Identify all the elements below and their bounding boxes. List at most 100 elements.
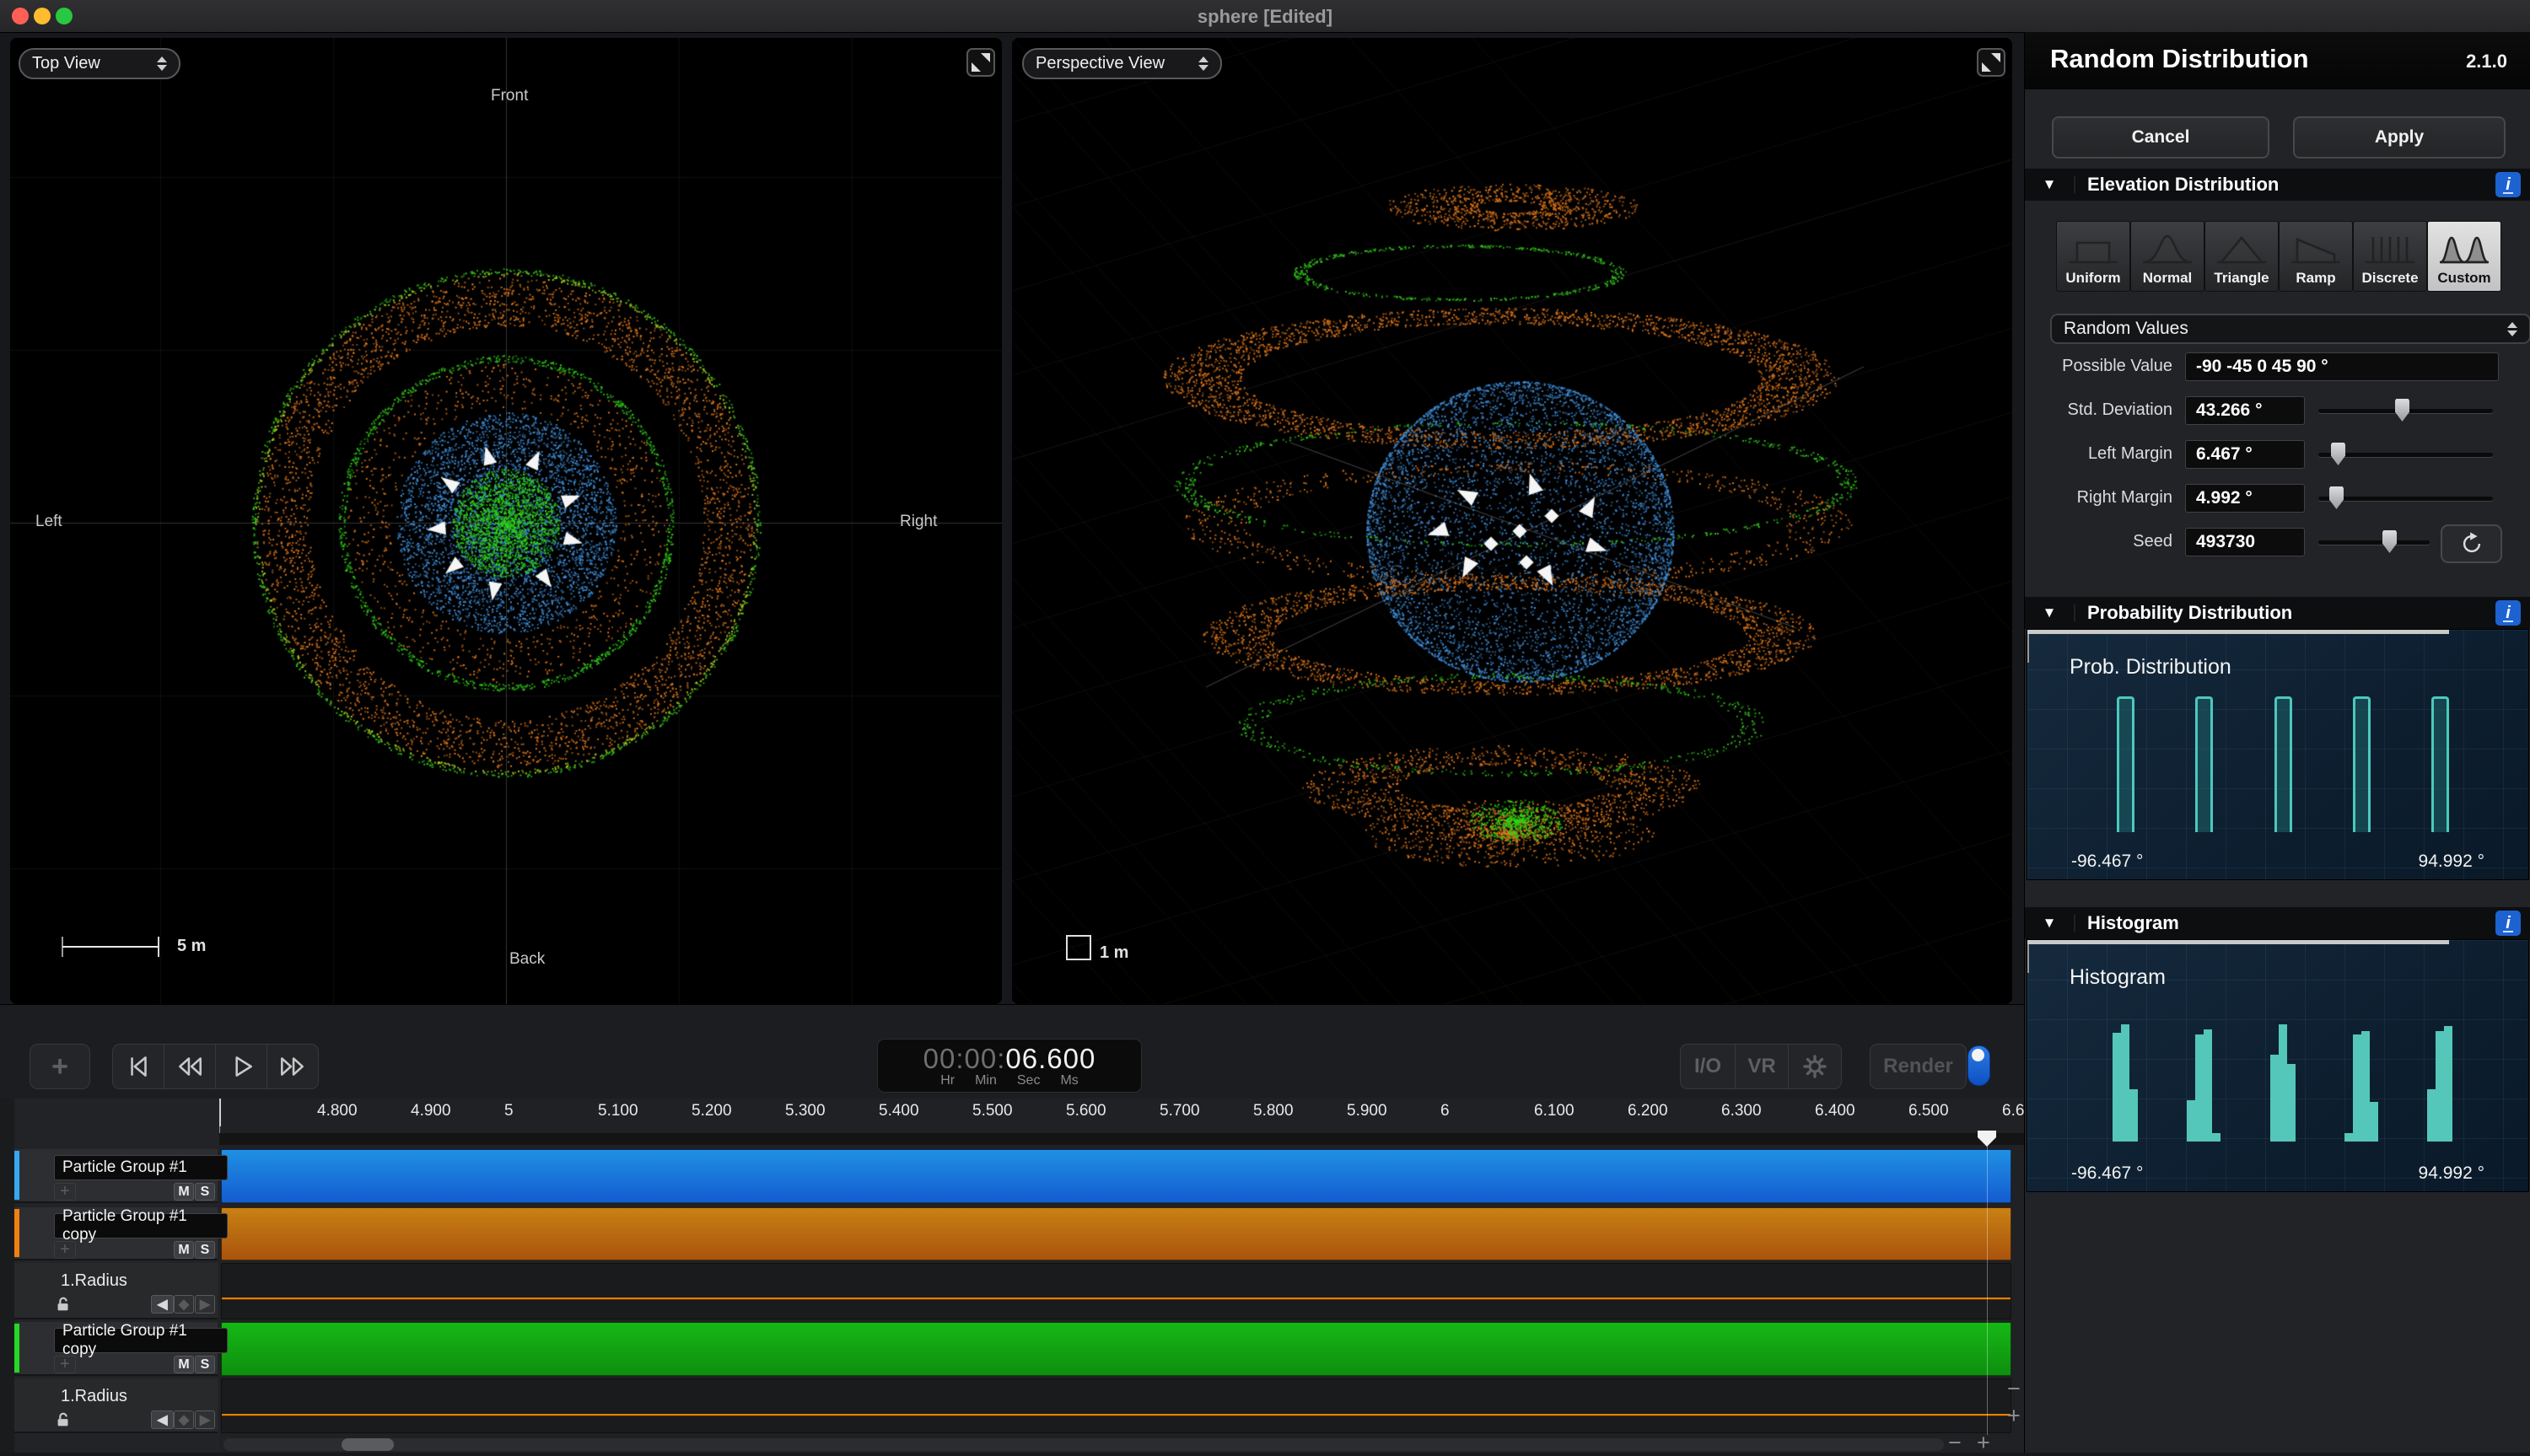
time-display[interactable]: 00:00:06.600 Hr Min Sec Ms	[877, 1039, 1142, 1093]
field-slider[interactable]	[2318, 528, 2430, 556]
collapse-triangle[interactable]: ▼	[2025, 604, 2075, 621]
track-zoom-out-button[interactable]: −	[2007, 1376, 2021, 1402]
field-label: Std. Deviation	[2067, 400, 2172, 419]
distribution-type-normal-button[interactable]: .ln{stroke:#e8e8e8;stroke-width:2.6;fill…	[2130, 221, 2204, 292]
add-keyframe-button[interactable]: ◆	[174, 1295, 194, 1314]
lock-icon[interactable]	[54, 1295, 73, 1314]
cancel-button[interactable]: Cancel	[2052, 116, 2269, 158]
track-add-button[interactable]: +	[54, 1355, 76, 1373]
horizontal-scrollbar-thumb[interactable]	[342, 1438, 394, 1451]
apply-button[interactable]: Apply	[2293, 116, 2506, 158]
expand-viewport-button[interactable]	[966, 48, 995, 77]
solo-button[interactable]: S	[195, 1356, 215, 1373]
chart-baseline	[2027, 940, 2449, 944]
io-button[interactable]: I/O	[1680, 1044, 1736, 1089]
play-button[interactable]	[215, 1044, 267, 1089]
rewind-button[interactable]	[164, 1044, 216, 1089]
viewport-top-view[interactable]: Top View Front Left Right Back 5 m	[10, 38, 1002, 1004]
mute-button[interactable]: M	[174, 1241, 194, 1259]
top-view-canvas[interactable]	[10, 38, 1002, 1004]
perspective-view-canvas[interactable]	[1012, 38, 2012, 1004]
ruler-label: 6.400	[1815, 1102, 1855, 1120]
seed-refresh-button[interactable]	[2441, 524, 2502, 563]
add-button[interactable]: +	[30, 1044, 90, 1089]
horizontal-scrollbar-track[interactable]	[223, 1438, 1944, 1451]
prev-keyframe-button[interactable]: ◀	[151, 1295, 174, 1314]
refresh-icon	[2463, 532, 2480, 553]
vr-button[interactable]: VR	[1735, 1044, 1789, 1089]
field-input-std-deviation[interactable]: 43.266 °	[2185, 396, 2305, 425]
clip-bar[interactable]	[221, 1322, 2011, 1376]
render-button[interactable]: Render	[1870, 1044, 1967, 1089]
render-toggle[interactable]	[1967, 1045, 1990, 1086]
timeline-ruler[interactable]: 4.800 4.900 5 5.100 5.200 5.300 5.400 5.500 5.60…	[219, 1099, 2024, 1145]
distribution-type-ramp-button[interactable]: .ln{stroke:#e8e8e8;stroke-width:2.6;fill…	[2279, 221, 2353, 292]
automation-lane[interactable]	[221, 1378, 2011, 1433]
add-keyframe-button[interactable]: ◆	[174, 1410, 194, 1429]
lock-icon[interactable]	[54, 1410, 73, 1429]
track-color-strip	[14, 1151, 19, 1200]
track-add-button[interactable]: +	[54, 1240, 76, 1259]
collapse-triangle[interactable]: ▼	[2025, 915, 2075, 932]
solo-button[interactable]: S	[195, 1241, 215, 1259]
automation-name: 1.Radius	[61, 1387, 127, 1405]
expand-viewport-button[interactable]	[1977, 48, 2005, 77]
info-button[interactable]: i	[2495, 600, 2521, 626]
field-input-seed[interactable]: 493730	[2185, 528, 2305, 556]
info-button[interactable]: i	[2495, 911, 2521, 936]
settings-button[interactable]	[1788, 1044, 1842, 1089]
ruler-label: 5.500	[972, 1102, 1013, 1120]
track-zoom-in-button[interactable]: +	[2007, 1403, 2021, 1429]
track-add-button[interactable]: +	[54, 1182, 76, 1201]
skip-start-button[interactable]	[112, 1044, 164, 1089]
expand-icon	[981, 53, 990, 62]
field-input-possible-value[interactable]: -90 -45 0 45 90 °	[2185, 352, 2499, 381]
field-input-right-margin[interactable]: 4.992 °	[2185, 484, 2305, 513]
mode-select[interactable]: Random Values	[2050, 314, 2530, 344]
fast-forward-button[interactable]	[266, 1044, 319, 1089]
histogram-chart[interactable]: Histogram -96.467 ° 94.992 °	[2027, 939, 2529, 1192]
collapse-triangle[interactable]: ▼	[2025, 176, 2075, 193]
slider-thumb[interactable]	[2329, 486, 2344, 509]
distribution-type-custom-button[interactable]: .ln{stroke:#222;stroke-width:2.6;fill:no…	[2427, 221, 2501, 292]
track-name-input[interactable]: Particle Group #1 copy	[54, 1207, 228, 1244]
next-keyframe-button[interactable]: ▶	[195, 1410, 215, 1429]
field-slider[interactable]	[2318, 440, 2493, 469]
field-slider[interactable]	[2318, 484, 2493, 513]
track-name-input[interactable]: Particle Group #1	[54, 1155, 228, 1180]
histogram-bar	[2361, 1031, 2370, 1142]
slider-thumb[interactable]	[2382, 530, 2397, 553]
histogram-bar	[2427, 1089, 2436, 1142]
histogram-bar	[2344, 1133, 2353, 1142]
timeline-zoom-out-button[interactable]: −	[1948, 1430, 1962, 1456]
clip-bar[interactable]	[221, 1207, 2011, 1260]
view-selector-perspective[interactable]: Perspective View	[1022, 48, 1222, 79]
solo-button[interactable]: S	[195, 1183, 215, 1201]
mute-button[interactable]: M	[174, 1183, 194, 1201]
field-slider[interactable]	[2318, 396, 2493, 425]
clip-bar[interactable]	[221, 1149, 2011, 1203]
slider-track	[2318, 497, 2493, 501]
transport-bar: + 00:00:06.600 Hr Min Sec Ms I/O VR Rend…	[0, 1004, 2024, 1099]
view-selector-top[interactable]: Top View	[19, 48, 180, 79]
chart-baseline	[2027, 630, 2449, 634]
distribution-type-uniform-button[interactable]: .ln{stroke:#e8e8e8;stroke-width:2.6;fill…	[2056, 221, 2130, 292]
distribution-type-triangle-button[interactable]: .ln{stroke:#e8e8e8;stroke-width:2.6;fill…	[2204, 221, 2279, 292]
prev-keyframe-button[interactable]: ◀	[151, 1410, 174, 1429]
next-keyframe-button[interactable]: ▶	[195, 1295, 215, 1314]
distribution-type-discrete-button[interactable]: .ln{stroke:#e8e8e8;stroke-width:2.6;fill…	[2353, 221, 2427, 292]
automation-lane[interactable]	[221, 1263, 2011, 1319]
info-button[interactable]: i	[2495, 172, 2521, 197]
slider-thumb[interactable]	[2331, 443, 2345, 465]
timeline-zoom-in-button[interactable]: +	[1977, 1430, 1990, 1456]
section-header-histogram: ▼ Histogram i	[2025, 907, 2530, 939]
viewport-perspective[interactable]: Perspective View 1 m	[1012, 38, 2012, 1004]
probability-chart[interactable]: Prob. Distribution -96.467 ° 94.992 °	[2027, 629, 2529, 880]
time-value: 06.600	[1005, 1043, 1096, 1074]
updown-arrows-icon	[1183, 56, 1208, 71]
mute-button[interactable]: M	[174, 1356, 194, 1373]
view-selector-top-label: Top View	[32, 54, 100, 73]
track-name-input[interactable]: Particle Group #1 copy	[54, 1322, 228, 1358]
slider-thumb[interactable]	[2395, 399, 2409, 422]
field-input-left-margin[interactable]: 6.467 °	[2185, 440, 2305, 469]
